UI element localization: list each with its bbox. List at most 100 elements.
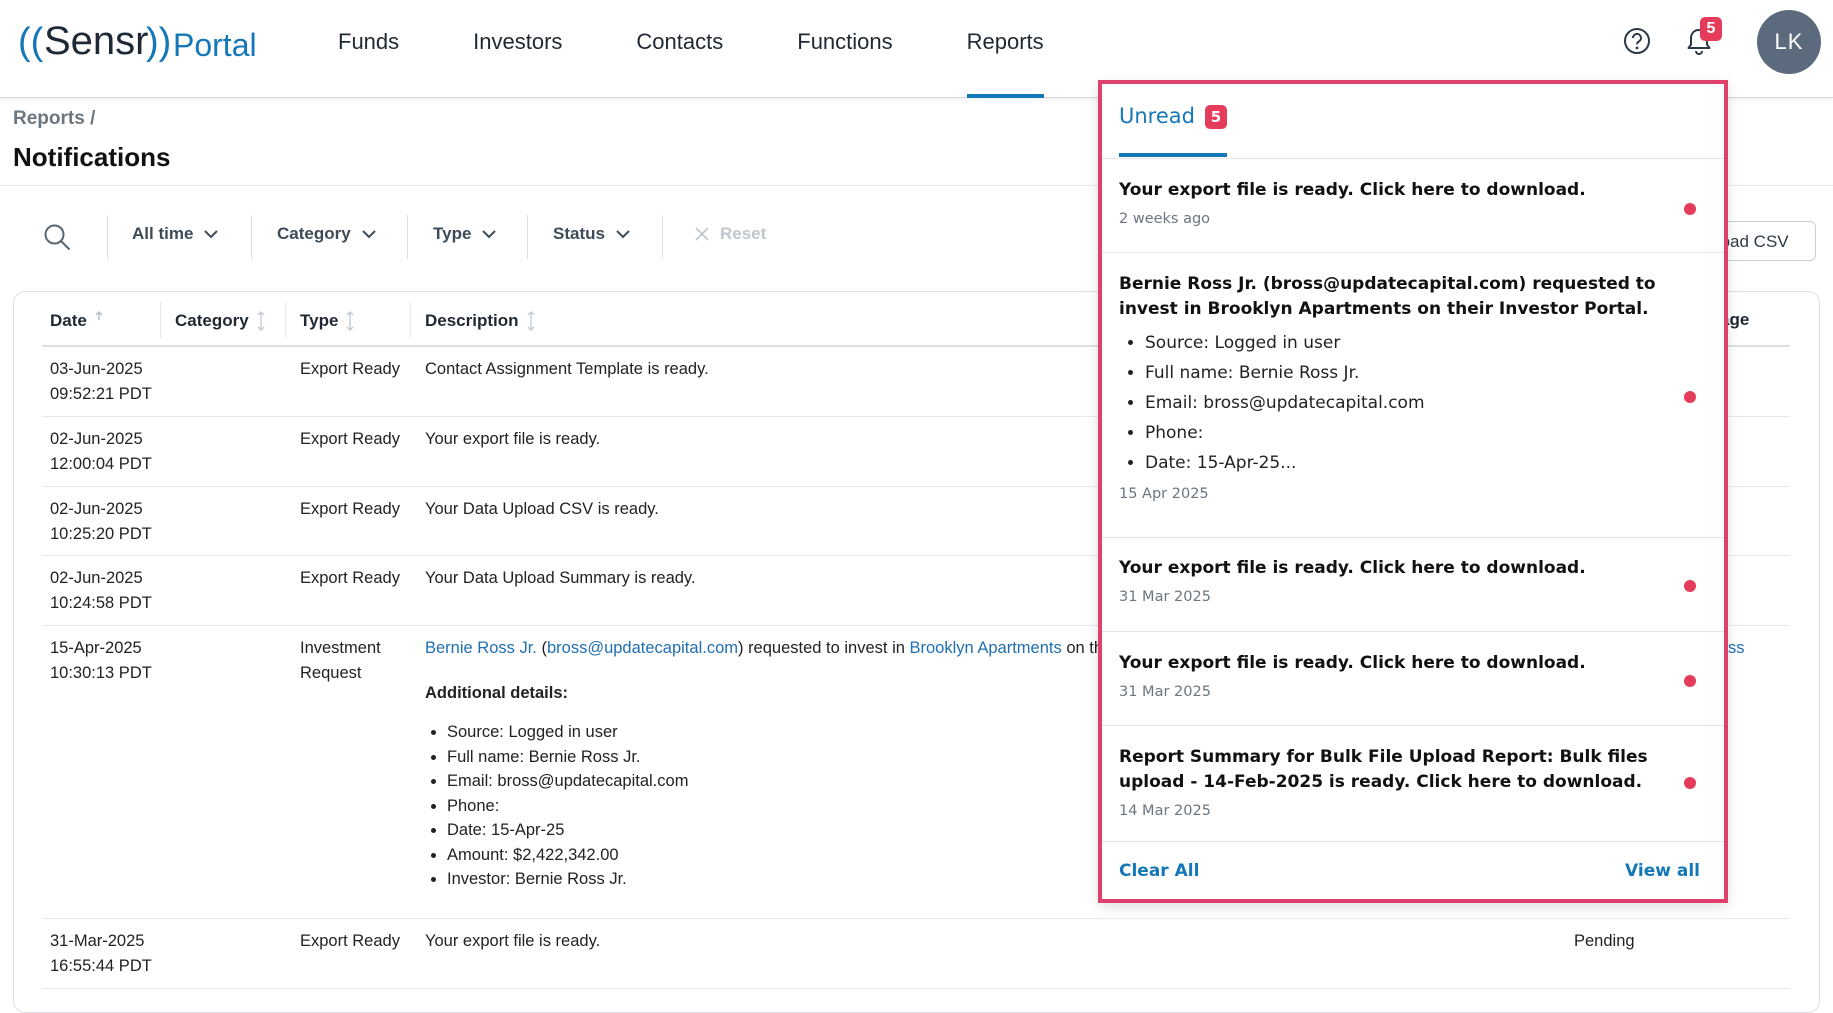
row-date: 02-Jun-2025 12:00:04 PDT (50, 430, 152, 473)
email-link[interactable]: bross@updatecapital.com (547, 639, 738, 657)
notification-item[interactable]: Bernie Ross Jr. (bross@updatecapital.com… (1102, 272, 1724, 502)
nav-reports[interactable]: Reports (966, 0, 1044, 98)
notification-count-badge: 5 (1700, 17, 1722, 41)
notification-item[interactable]: Your export file is ready. Click here to… (1102, 178, 1724, 227)
filter-category[interactable]: Category (277, 224, 377, 244)
tab-label: Unread (1119, 104, 1195, 128)
main-nav: Funds Investors Contacts Functions Repor… (338, 0, 1118, 98)
detail-item: Full name: Bernie Ross Jr. (447, 745, 688, 770)
notifications-dropdown: Unread 5 Your export file is ready. Clic… (1098, 80, 1728, 903)
tab-unread[interactable]: Unread 5 (1119, 104, 1227, 157)
filter-all-time[interactable]: All time (132, 224, 219, 244)
clear-all-button[interactable]: Clear All (1119, 861, 1199, 881)
description-text: on th (1061, 639, 1104, 657)
description-text: ( (536, 639, 547, 657)
chevron-down-icon (361, 230, 376, 239)
column-header-description[interactable]: Description (425, 310, 535, 332)
reset-filters-button[interactable]: Reset (694, 224, 766, 244)
notification-divider (1102, 252, 1724, 253)
row-date: 03-Jun-2025 09:52:21 PDT (50, 360, 152, 403)
reset-label: Reset (720, 224, 767, 243)
search-icon[interactable] (42, 222, 72, 252)
row-date: 15-Apr-2025 10:30:13 PDT (50, 639, 152, 682)
filter-label: Type (433, 224, 472, 243)
notification-time: 31 Mar 2025 (1119, 684, 1211, 700)
filter-type[interactable]: Type (433, 224, 497, 244)
additional-details-list: Source: Logged in user Full name: Bernie… (425, 720, 688, 892)
nav-contacts[interactable]: Contacts (636, 0, 723, 97)
notification-item[interactable]: Your export file is ready. Click here to… (1102, 651, 1724, 700)
nav-funds[interactable]: Funds (338, 0, 399, 97)
header-divider (410, 302, 411, 338)
row-action-link[interactable]: ss (1728, 636, 1745, 661)
filter-divider (662, 215, 663, 259)
header-label: Category (175, 311, 249, 330)
sort-icon (527, 311, 535, 331)
notification-detail: Full name: Bernie Ross Jr. (1145, 358, 1668, 388)
header-label: Type (300, 311, 339, 330)
row-type: Export Ready (300, 360, 400, 378)
row-type: Investment Request (300, 639, 381, 682)
notification-title: Your export file is ready. Click here to… (1119, 653, 1586, 673)
unread-count-badge: 5 (1204, 105, 1227, 129)
column-header-date[interactable]: Date (50, 310, 103, 332)
row-description: Your Data Upload Summary is ready. (425, 569, 696, 587)
filter-divider (251, 215, 252, 259)
notification-time: 31 Mar 2025 (1119, 589, 1211, 605)
row-description: Bernie Ross Jr. (bross@updatecapital.com… (425, 636, 1105, 661)
filter-status[interactable]: Status (553, 224, 631, 244)
question-circle-icon[interactable] (1622, 26, 1652, 56)
description-text: ) requested to invest in (737, 639, 910, 657)
row-description: Your export file is ready. (425, 430, 601, 448)
notification-title: Report Summary for Bulk File Upload Repo… (1119, 747, 1648, 792)
user-avatar[interactable]: LK (1757, 10, 1821, 74)
column-header-category[interactable]: Category (175, 310, 265, 332)
notification-title: Your export file is ready. Click here to… (1119, 558, 1586, 578)
header-label: Date (50, 311, 87, 330)
column-header-type[interactable]: Type (300, 310, 354, 332)
logo-graphic: (( Sensr )) Portal (18, 19, 257, 63)
header-label: Description (425, 311, 519, 330)
row-type: Export Ready (300, 500, 400, 518)
breadcrumb[interactable]: Reports / (13, 108, 95, 130)
notification-divider (1102, 537, 1724, 538)
additional-details-label: Additional details: (425, 684, 569, 702)
investor-link[interactable]: Bernie Ross Jr. (425, 639, 537, 657)
header-divider (160, 302, 161, 338)
svg-text:)): )) (146, 21, 171, 63)
notification-item[interactable]: Your export file is ready. Click here to… (1102, 556, 1724, 605)
chevron-down-icon (482, 230, 497, 239)
sort-icon (257, 311, 265, 331)
panel-footer-divider (1102, 841, 1724, 842)
filter-divider (107, 215, 108, 259)
filter-label: All time (132, 224, 194, 243)
svg-text:Portal: Portal (173, 27, 257, 63)
nav-functions[interactable]: Functions (797, 0, 892, 97)
sensr-portal-logo[interactable]: (( Sensr )) Portal (18, 18, 263, 68)
notification-details: Source: Logged in user Full name: Bernie… (1119, 328, 1668, 478)
unread-dot (1684, 675, 1696, 687)
row-type: Export Ready (300, 932, 400, 950)
unread-dot (1684, 203, 1696, 215)
notification-detail: Email: bross@updatecapital.com (1145, 388, 1668, 418)
row-type: Export Ready (300, 430, 400, 448)
asset-link[interactable]: Brooklyn Apartments (910, 639, 1062, 657)
chevron-down-icon (204, 230, 219, 239)
page-title: Notifications (13, 142, 171, 172)
row-type: Export Ready (300, 569, 400, 587)
detail-item: Investor: Bernie Ross Jr. (447, 867, 688, 892)
filter-divider (527, 215, 528, 259)
chevron-down-icon (616, 230, 630, 239)
notification-time: 2 weeks ago (1119, 211, 1211, 227)
row-divider (42, 918, 1790, 919)
detail-item: Phone: (447, 794, 688, 819)
unread-dot (1684, 580, 1696, 592)
row-description: Contact Assignment Template is ready. (425, 360, 709, 378)
notification-divider (1102, 631, 1724, 632)
filter-divider (407, 215, 408, 259)
nav-investors[interactable]: Investors (473, 0, 562, 97)
view-all-button[interactable]: View all (1625, 861, 1700, 881)
tab-underline (1102, 158, 1724, 159)
row-description: Your export file is ready. (425, 932, 601, 950)
notification-item[interactable]: Report Summary for Bulk File Upload Repo… (1102, 745, 1724, 819)
